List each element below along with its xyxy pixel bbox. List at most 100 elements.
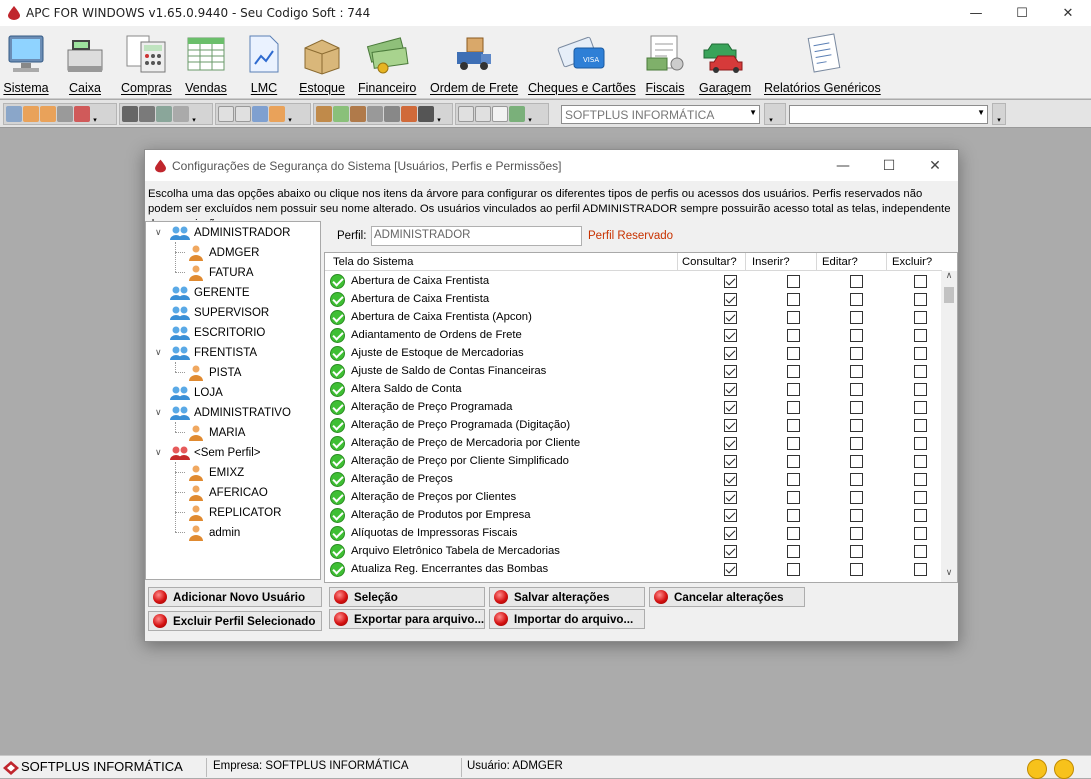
excluir-checkbox[interactable] bbox=[914, 347, 927, 360]
consultar-checkbox[interactable] bbox=[724, 275, 737, 288]
inserir-checkbox[interactable] bbox=[787, 293, 800, 306]
editar-checkbox[interactable] bbox=[850, 455, 863, 468]
editar-checkbox[interactable] bbox=[850, 275, 863, 288]
menu-financeiro[interactable]: Financeiro bbox=[358, 32, 416, 95]
person-icon[interactable] bbox=[269, 106, 285, 122]
excluir-checkbox[interactable] bbox=[914, 365, 927, 378]
menu-ordem-de-frete[interactable]: Ordem de Frete bbox=[430, 32, 518, 95]
excluir-checkbox[interactable] bbox=[914, 329, 927, 342]
editar-checkbox[interactable] bbox=[850, 491, 863, 504]
tree-group-sem-perfil[interactable]: <Sem Perfil> bbox=[170, 443, 260, 463]
excluir-checkbox[interactable] bbox=[914, 401, 927, 414]
tree-user-afericao[interactable]: AFERICAO bbox=[189, 483, 268, 503]
table-row[interactable]: Arquivo Eletrônico Tabela de Mercadorias bbox=[325, 542, 942, 560]
cash-icon[interactable] bbox=[139, 106, 155, 122]
excluir-checkbox[interactable] bbox=[914, 419, 927, 432]
tree-group-administrador[interactable]: ADMINISTRADOR bbox=[170, 223, 290, 243]
menu-lmc[interactable]: LMC bbox=[242, 32, 286, 95]
editar-checkbox[interactable] bbox=[850, 545, 863, 558]
dialog-close-button[interactable]: ✕ bbox=[912, 150, 958, 181]
menu-relatorios-genericos[interactable]: Relatórios Genéricos bbox=[764, 32, 881, 95]
inserir-checkbox[interactable] bbox=[787, 527, 800, 540]
excluir-checkbox[interactable] bbox=[914, 509, 927, 522]
editar-checkbox[interactable] bbox=[850, 509, 863, 522]
chevron-down-icon[interactable]: ∨ bbox=[155, 403, 165, 423]
toolbar-overflow-icon[interactable]: ▾ bbox=[526, 104, 534, 124]
edit-icon[interactable] bbox=[252, 106, 268, 122]
selection-button[interactable]: Seleção bbox=[329, 587, 485, 607]
excluir-checkbox[interactable] bbox=[914, 275, 927, 288]
editar-checkbox[interactable] bbox=[850, 311, 863, 324]
consultar-checkbox[interactable] bbox=[724, 419, 737, 432]
menu-caixa[interactable]: Caixa bbox=[64, 32, 106, 95]
consultar-checkbox[interactable] bbox=[724, 437, 737, 450]
tree-user-fatura[interactable]: FATURA bbox=[189, 263, 254, 283]
fuel-icon[interactable] bbox=[401, 106, 417, 122]
editar-checkbox[interactable] bbox=[850, 383, 863, 396]
inserir-checkbox[interactable] bbox=[787, 275, 800, 288]
inserir-checkbox[interactable] bbox=[787, 383, 800, 396]
money-small-icon[interactable] bbox=[333, 106, 349, 122]
grid-scrollbar[interactable]: ∧ ∨ bbox=[941, 271, 957, 582]
add-user-button[interactable]: Adicionar Novo Usuário bbox=[148, 587, 322, 607]
table-row[interactable]: Altera Saldo de Conta bbox=[325, 380, 942, 398]
column-header-inserir[interactable]: Inserir? bbox=[752, 256, 790, 268]
refresh-icon[interactable] bbox=[509, 106, 525, 122]
editar-checkbox[interactable] bbox=[850, 527, 863, 540]
tree-user-replicator[interactable]: REPLICATOR bbox=[189, 503, 281, 523]
column-header-tela[interactable]: Tela do Sistema bbox=[333, 256, 413, 268]
tree-group-gerente[interactable]: GERENTE bbox=[170, 283, 250, 303]
table-row[interactable]: Abertura de Caixa Frentista bbox=[325, 290, 942, 308]
tree-group-frentista[interactable]: FRENTISTA bbox=[170, 343, 257, 363]
excluir-checkbox[interactable] bbox=[914, 455, 927, 468]
dialog-minimize-button[interactable]: — bbox=[820, 150, 866, 181]
editar-checkbox[interactable] bbox=[850, 473, 863, 486]
sad-face-icon[interactable] bbox=[1054, 759, 1074, 779]
inserir-checkbox[interactable] bbox=[787, 563, 800, 576]
machine-icon[interactable] bbox=[367, 106, 383, 122]
happy-face-icon[interactable] bbox=[1027, 759, 1047, 779]
table-row[interactable]: Alteração de Preços bbox=[325, 470, 942, 488]
toolbar-overflow-icon[interactable]: ▾ bbox=[190, 104, 198, 124]
inserir-checkbox[interactable] bbox=[787, 401, 800, 414]
table-row[interactable]: Alteração de Preço de Mercadoria por Cli… bbox=[325, 434, 942, 452]
inserir-checkbox[interactable] bbox=[787, 545, 800, 558]
consultar-checkbox[interactable] bbox=[724, 311, 737, 324]
table-row[interactable]: Alteração de Preço por Cliente Simplific… bbox=[325, 452, 942, 470]
menu-compras[interactable]: Compras bbox=[121, 32, 172, 95]
user-icon[interactable] bbox=[23, 106, 39, 122]
cancel-changes-button[interactable]: Cancelar alterações bbox=[649, 587, 805, 607]
save-changes-button[interactable]: Salvar alterações bbox=[489, 587, 645, 607]
menu-garagem[interactable]: Garagem bbox=[699, 32, 751, 95]
profile-name-input[interactable]: ADMINISTRADOR bbox=[371, 226, 582, 246]
consultar-checkbox[interactable] bbox=[724, 455, 737, 468]
truck-small-icon[interactable] bbox=[384, 106, 400, 122]
tree-user-emixz[interactable]: EMIXZ bbox=[189, 463, 244, 483]
toolbar-overflow-icon[interactable]: ▾ bbox=[767, 104, 775, 124]
table-row[interactable]: Alteração de Preço Programada bbox=[325, 398, 942, 416]
menu-sistema[interactable]: Sistema bbox=[3, 32, 49, 95]
excluir-checkbox[interactable] bbox=[914, 563, 927, 576]
company-combo[interactable]: SOFTPLUS INFORMÁTICA ▼ bbox=[561, 105, 760, 124]
menu-cheques-e-cartoes[interactable]: VISA Cheques e Cartões bbox=[528, 32, 636, 95]
table-row[interactable]: Atualiza Reg. Encerrantes das Bombas bbox=[325, 560, 942, 578]
boxes-icon[interactable] bbox=[316, 106, 332, 122]
inserir-checkbox[interactable] bbox=[787, 455, 800, 468]
consultar-checkbox[interactable] bbox=[724, 491, 737, 504]
consultar-checkbox[interactable] bbox=[724, 383, 737, 396]
crate-icon[interactable] bbox=[350, 106, 366, 122]
tree-user-maria[interactable]: MARIA bbox=[189, 423, 245, 443]
import-button[interactable]: Importar do arquivo... bbox=[489, 609, 645, 629]
table-row[interactable]: Adiantamento de Ordens de Frete bbox=[325, 326, 942, 344]
consultar-checkbox[interactable] bbox=[724, 401, 737, 414]
form-icon[interactable] bbox=[458, 106, 474, 122]
document-icon[interactable] bbox=[218, 106, 234, 122]
gear-icon[interactable] bbox=[418, 106, 434, 122]
table-row[interactable]: Alíquotas de Impressoras Fiscais bbox=[325, 524, 942, 542]
minimize-button[interactable]: — bbox=[953, 0, 999, 26]
column-header-editar[interactable]: Editar? bbox=[822, 256, 858, 268]
consultar-checkbox[interactable] bbox=[724, 347, 737, 360]
list-icon[interactable] bbox=[235, 106, 251, 122]
tree-group-escritorio[interactable]: ESCRITORIO bbox=[170, 323, 265, 343]
consultar-checkbox[interactable] bbox=[724, 509, 737, 522]
